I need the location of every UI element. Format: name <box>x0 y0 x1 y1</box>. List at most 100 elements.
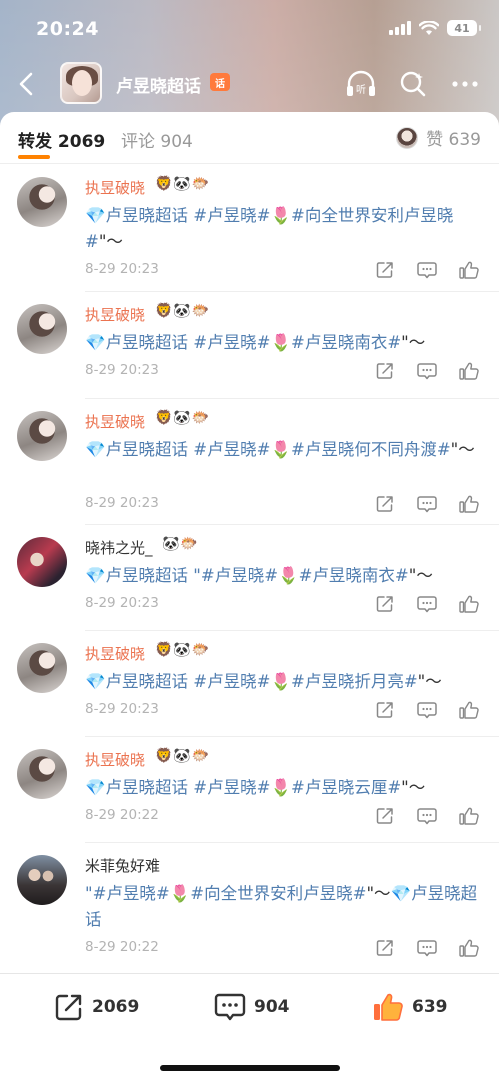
bottom-like-button[interactable]: 639 <box>372 992 448 1022</box>
supertopic-avatar[interactable] <box>60 62 102 104</box>
signal-icon <box>389 21 411 35</box>
hashtag-link[interactable]: #卢昱晓折月亮# <box>291 672 418 691</box>
like-icon-button[interactable] <box>459 494 479 514</box>
repost-text[interactable]: 💎卢昱晓超话 #卢昱晓#🌷#卢昱晓何不同舟渡#"～ <box>85 437 480 463</box>
hashtag-link[interactable]: 💎卢昱晓超话 #卢昱晓# <box>85 440 270 459</box>
hashtag-link[interactable]: #卢昱晓南衣# <box>291 333 401 352</box>
thumbs-up-icon <box>459 939 479 957</box>
repost-text[interactable]: "#卢昱晓#🌷#向全世界安利卢昱晓#"～💎卢昱晓超话 <box>85 881 480 933</box>
user-avatar[interactable] <box>17 643 67 693</box>
user-avatar[interactable] <box>17 304 67 354</box>
comment-icon-button[interactable] <box>417 700 437 720</box>
list-item[interactable]: 执昱破晓 🦁🐼🐡 💎卢昱晓超话 #卢昱晓#🌷#卢昱晓云厘#"～ 8-29 20:22 <box>0 737 499 843</box>
list-item[interactable]: 米菲兔好难 "#卢昱晓#🌷#向全世界安利卢昱晓#"～💎卢昱晓超话 8-29 20:2… <box>0 843 499 970</box>
item-actions <box>375 361 479 381</box>
comment-icon-button[interactable] <box>417 494 437 514</box>
user-avatar[interactable] <box>17 537 67 587</box>
repost-icon-button[interactable] <box>375 700 395 720</box>
user-badges-icon: 🐼🐡 <box>162 536 199 552</box>
hashtag-link[interactable]: 💎卢昱晓超话 #卢昱晓# <box>85 778 270 797</box>
more-dots-icon <box>452 81 478 87</box>
like-icon-button[interactable] <box>459 806 479 826</box>
headphones-icon: 听 <box>347 70 375 96</box>
tab-comment[interactable]: 评论 904 <box>121 127 193 152</box>
user-avatar[interactable] <box>17 749 67 799</box>
repost-icon-button[interactable] <box>375 806 395 826</box>
list-item[interactable]: 执昱破晓 🦁🐼🐡 💎卢昱晓超话 #卢昱晓#🌷#卢昱晓南衣#"～ 8-29 20:23 <box>0 292 499 399</box>
status-bar: 20:24 41 <box>0 0 499 56</box>
hashtag-link[interactable]: #卢昱晓云厘# <box>291 778 401 797</box>
hashtag-link[interactable]: 💎卢昱晓超话 #卢昱晓# <box>85 672 270 691</box>
list-item[interactable]: 执昱破晓 🦁🐼🐡 💎卢昱晓超话 #卢昱晓#🌷#卢昱晓折月亮#"～ 8-29 20:23 <box>0 631 499 737</box>
home-indicator <box>160 1065 340 1071</box>
user-name[interactable]: 执昱破晓 <box>85 749 145 770</box>
user-name[interactable]: 执昱破晓 <box>85 304 145 325</box>
like-icon-button[interactable] <box>459 361 479 381</box>
user-avatar[interactable] <box>17 855 67 905</box>
listen-button[interactable]: 听 <box>345 68 377 100</box>
bottom-comment-button[interactable]: 904 <box>214 992 290 1022</box>
user-name[interactable]: 米菲兔好难 <box>85 855 160 876</box>
chevron-left-icon <box>19 72 33 96</box>
hashtag-link[interactable]: #卢昱晓何不同舟渡# <box>291 440 451 459</box>
hashtag-link[interactable]: 💎卢昱晓超话 #卢昱晓# <box>85 206 270 225</box>
search-button[interactable] <box>397 68 429 100</box>
comment-icon-button[interactable] <box>417 594 437 614</box>
repost-icon-button[interactable] <box>375 938 395 958</box>
tab-like-label: 赞 639 <box>426 130 481 150</box>
repost-icon-button[interactable] <box>375 494 395 514</box>
user-name[interactable]: 执昱破晓 <box>85 411 145 432</box>
repost-text[interactable]: 💎卢昱晓超话 #卢昱晓#🌷#卢昱晓折月亮#"～ <box>85 669 480 695</box>
user-avatar[interactable] <box>17 411 67 461</box>
list-item[interactable]: 执昱破晓 🦁🐼🐡 💎卢昱晓超话 #卢昱晓#🌷#向全世界安利卢昱晓#"～ 8-29 20… <box>0 165 499 292</box>
text-segment: "～ <box>401 333 426 352</box>
svg-text:听: 听 <box>356 84 366 96</box>
comment-icon-button[interactable] <box>417 938 437 958</box>
repost-text[interactable]: 💎卢昱晓超话 "#卢昱晓#🌷#卢昱晓南衣#"～ <box>85 563 480 589</box>
comment-icon <box>417 596 437 613</box>
user-name[interactable]: 执昱破晓 <box>85 643 145 664</box>
timestamp: 8-29 20:23 <box>85 595 159 611</box>
repost-icon-button[interactable] <box>375 361 395 381</box>
hashtag-link[interactable]: 💎卢昱晓超话 #卢昱晓# <box>85 333 270 352</box>
hashtag-link[interactable]: #卢昱晓南衣# <box>299 566 409 585</box>
bottom-action-bar: 2069 904 639 <box>0 973 499 1080</box>
like-icon-button[interactable] <box>459 594 479 614</box>
comment-icon-button[interactable] <box>417 260 437 280</box>
more-button[interactable] <box>449 68 481 100</box>
timestamp: 8-29 20:23 <box>85 261 159 277</box>
list-item[interactable]: 晓祎之光_ 🐼🐡 💎卢昱晓超话 "#卢昱晓#🌷#卢昱晓南衣#"～ 8-29 20:23 <box>0 525 499 631</box>
tab-repost[interactable]: 转发 2069 <box>18 127 105 152</box>
text-segment: "～ <box>366 884 391 903</box>
comment-icon-button[interactable] <box>417 361 437 381</box>
comment-icon-button[interactable] <box>417 806 437 826</box>
item-actions <box>375 594 479 614</box>
like-icon-button[interactable] <box>459 700 479 720</box>
tab-like[interactable]: 赞 639 <box>396 125 481 150</box>
bottom-repost-button[interactable]: 2069 <box>54 992 139 1022</box>
repost-text[interactable]: 💎卢昱晓超话 #卢昱晓#🌷#卢昱晓云厘#"～ <box>85 775 480 801</box>
page-title[interactable]: 卢昱晓超话 <box>116 72 201 97</box>
hashtag-link[interactable]: 💎卢昱晓超话 "#卢昱晓# <box>85 566 278 585</box>
item-actions <box>375 700 479 720</box>
back-button[interactable] <box>10 66 42 102</box>
text-segment: 🌷 <box>169 884 191 903</box>
item-actions <box>375 938 479 958</box>
repost-text[interactable]: 💎卢昱晓超话 #卢昱晓#🌷#向全世界安利卢昱晓#"～ <box>85 203 480 255</box>
hashtag-link[interactable]: "#卢昱晓# <box>85 884 170 903</box>
list-item[interactable]: 执昱破晓 🦁🐼🐡 💎卢昱晓超话 #卢昱晓#🌷#卢昱晓何不同舟渡#"～ 8-29 20:… <box>0 399 499 525</box>
like-icon-button[interactable] <box>459 260 479 280</box>
user-name[interactable]: 执昱破晓 <box>85 177 145 198</box>
like-icon-button[interactable] <box>459 938 479 958</box>
content-sheet: 转发 2069 评论 904 赞 639 执昱破晓 🦁🐼🐡 💎卢昱晓超话 #卢昱晓#… <box>0 112 499 1080</box>
user-name[interactable]: 晓祎之光_ <box>85 537 153 558</box>
battery-icon: 41 <box>447 20 481 36</box>
hashtag-link[interactable]: #向全世界安利卢昱晓# <box>190 884 366 903</box>
timestamp: 8-29 20:22 <box>85 939 159 955</box>
repost-icon <box>376 940 393 956</box>
repost-icon-button[interactable] <box>375 260 395 280</box>
repost-text[interactable]: 💎卢昱晓超话 #卢昱晓#🌷#卢昱晓南衣#"～ <box>85 330 480 356</box>
user-avatar[interactable] <box>17 177 67 227</box>
repost-icon-button[interactable] <box>375 594 395 614</box>
comment-icon <box>417 496 437 513</box>
